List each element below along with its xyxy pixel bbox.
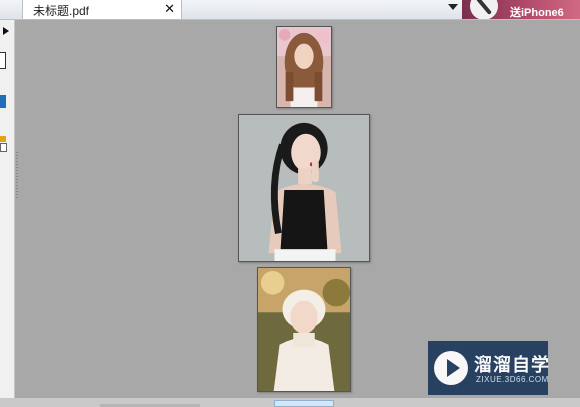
page-1-photo <box>277 27 331 107</box>
page-2 <box>238 114 370 262</box>
watermark-url: ZIXUE.3D66.COM <box>476 375 549 384</box>
scrollbar-thumb[interactable] <box>274 400 334 407</box>
document-tab-title: 未标题.pdf <box>33 4 90 18</box>
watermark-brand: 溜溜自学 <box>474 355 550 375</box>
expand-panel-icon[interactable] <box>3 27 9 35</box>
ad-banner[interactable]: 送iPhone6 <box>462 0 580 19</box>
page-2-photo <box>239 115 369 261</box>
page-thumbnail-icon[interactable] <box>0 52 6 69</box>
page-3-photo <box>258 268 350 391</box>
ad-logo-icon <box>470 0 498 19</box>
bookmark-icon[interactable] <box>0 95 6 108</box>
ad-banner-text: 送iPhone6 <box>510 7 564 19</box>
panel-splitter[interactable] <box>16 152 18 200</box>
watermark-logo: 溜溜自学 ZIXUE.3D66.COM <box>428 341 550 395</box>
page-1 <box>276 26 332 108</box>
tab-list-dropdown-icon[interactable] <box>448 4 458 10</box>
document-tab[interactable]: 未标题.pdf ✕ <box>22 0 182 19</box>
play-logo-icon <box>434 351 468 385</box>
attachment-icon[interactable] <box>0 136 7 152</box>
navigation-sidebar <box>0 20 15 407</box>
page-3 <box>257 267 351 392</box>
close-icon[interactable]: ✕ <box>164 1 175 17</box>
